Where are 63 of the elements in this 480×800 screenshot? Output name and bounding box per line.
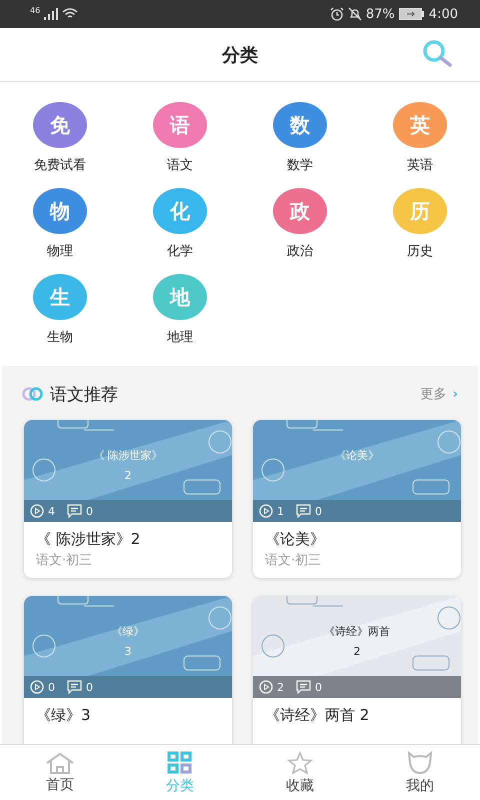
category-item[interactable]: 免 免费试看 — [0, 102, 120, 174]
cover-title: 《诗经》两首 — [324, 624, 390, 639]
subject-badge: 数 — [273, 102, 327, 148]
lesson-title: 《 陈涉世家》2 — [35, 529, 142, 550]
lesson-title: 《论美》 — [264, 529, 326, 550]
subject-badge: 生 — [33, 274, 87, 320]
cover-number: 2 — [124, 469, 132, 482]
play-count: 2 — [277, 680, 284, 694]
subject-badge: 免 — [33, 102, 87, 148]
subject-badge: 英 — [393, 102, 447, 148]
subject-badge: 政 — [273, 188, 327, 234]
cover-title: 《论美》 — [335, 448, 379, 463]
category-label: 政治 — [287, 243, 313, 260]
category-item[interactable]: 政 政治 — [240, 188, 360, 260]
category-item[interactable]: 英 英语 — [360, 102, 480, 174]
lesson-card[interactable]: 《 陈涉世家》 2 4 0 《 陈涉世家》2 语文·初三 — [24, 420, 232, 578]
category-label: 地理 — [167, 329, 193, 346]
comment-count: 0 — [86, 680, 93, 694]
lesson-title: 《诗经》两首 2 — [264, 705, 370, 726]
play-count: 1 — [277, 504, 284, 518]
lesson-card[interactable]: 《论美》 1 0 《论美》 语文·初三 — [253, 420, 461, 578]
category-label: 生物 — [47, 329, 73, 346]
category-item[interactable]: 物 物理 — [0, 188, 120, 260]
section-title: 语文推荐 — [50, 384, 118, 406]
subject-badge: 历 — [393, 188, 447, 234]
category-label: 数学 — [287, 157, 313, 174]
category-label: 历史 — [407, 243, 433, 260]
category-label: 物理 — [47, 243, 73, 260]
category-label: 语文 — [167, 157, 193, 174]
cover-title: 《 陈涉世家》 — [93, 448, 163, 463]
comment-count: 0 — [86, 504, 93, 518]
lesson-card[interactable]: 《绿》 3 0 0 《绿》3 — [24, 596, 232, 744]
lesson-title: 《绿》3 — [35, 705, 92, 726]
category-item[interactable]: 生 生物 — [0, 274, 120, 346]
nav-tab[interactable]: 首页 — [0, 745, 120, 800]
play-count: 0 — [48, 680, 55, 694]
cover-number: 3 — [124, 645, 132, 658]
category-label: 免费试看 — [34, 157, 86, 174]
cover-number: 2 — [354, 645, 360, 658]
category-label: 化学 — [167, 243, 193, 260]
lesson-card[interactable]: 《诗经》两首 2 2 0 《诗经》两首 2 — [253, 596, 461, 744]
clock-time: 4:00 — [428, 6, 458, 22]
page-title: 分类 — [222, 44, 258, 66]
lesson-grade: 语文·初三 — [264, 552, 322, 569]
comment-count: 0 — [315, 504, 322, 518]
subject-badge: 物 — [33, 188, 87, 234]
nav-tab[interactable]: 我的 — [360, 745, 480, 800]
nav-tab[interactable]: 收藏 — [240, 745, 360, 800]
category-item[interactable]: 历 历史 — [360, 188, 480, 260]
subject-badge: 化 — [153, 188, 207, 234]
category-item[interactable]: 地 地理 — [120, 274, 240, 346]
network-type: 46 — [30, 6, 40, 15]
play-count: 4 — [48, 504, 55, 518]
battery-percent: 87% — [366, 6, 395, 22]
lesson-grade: 语文·初三 — [35, 552, 94, 569]
category-label: 英语 — [407, 157, 433, 174]
category-item[interactable]: 语 语文 — [120, 102, 240, 174]
category-item[interactable]: 数 数学 — [240, 102, 360, 174]
subject-badge: 地 — [153, 274, 207, 320]
subject-badge: 语 — [153, 102, 207, 148]
comment-count: 0 — [315, 680, 322, 694]
category-item[interactable]: 化 化学 — [120, 188, 240, 260]
cover-title: 《绿》 — [112, 624, 144, 639]
